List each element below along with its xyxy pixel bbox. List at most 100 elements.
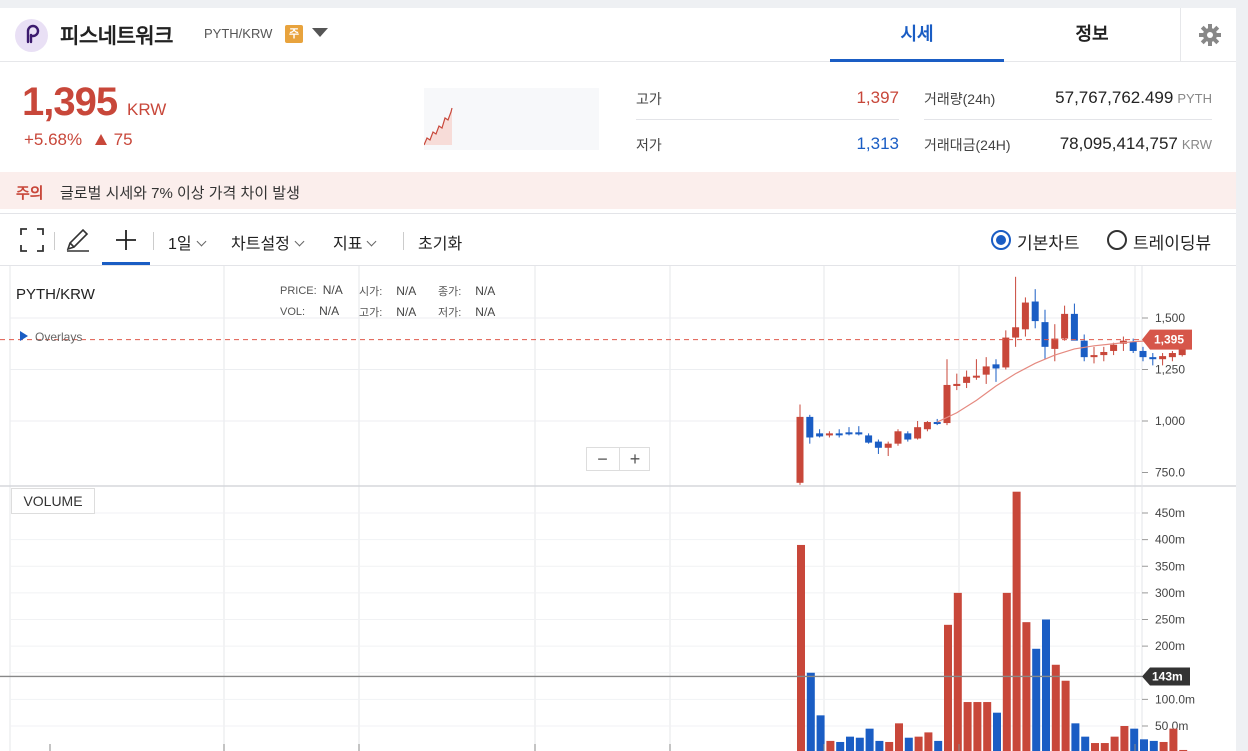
volume-tick-label: 100.0m [1155,692,1195,706]
ohlc-key: 종가: [438,286,462,298]
volume-tick-label: 450m [1155,506,1185,520]
candle-body [1012,327,1020,338]
chart-toolbar: 1일 차트설정 지표 초기화 기본차트 트레이딩뷰 [0,213,1236,265]
volume-unit: PYTH [1177,91,1212,106]
candle-body [835,433,843,436]
pair-label: PYTH/KRW [204,26,273,41]
candle-body [914,427,922,439]
candle-body [933,422,941,425]
price-chart[interactable]: 1,500 1,250 1,000 750.0 450m 400m 350m 300m 250m… [0,265,1236,751]
volume-bar [846,736,854,751]
candle-body [1061,313,1069,339]
overlays-label: Overlays [35,330,83,344]
candle-body [923,422,931,430]
tab-price[interactable]: 시세 [830,8,1004,62]
ohlc-high: 고가: N/A [359,304,416,320]
volume-bar [1100,743,1109,751]
amount-value: 78,095,414,757 KRW [1000,134,1212,154]
volume-bar [963,702,972,751]
ohlc-volume: VOL: N/A [280,304,339,318]
toolbar-divider [403,232,404,250]
divider [924,119,1212,120]
coin-select-caret-icon[interactable] [312,28,328,37]
price-tick-label: 1,250 [1155,363,1185,377]
price-tick-label: 750.0 [1155,466,1185,480]
chart-settings-dropdown[interactable]: 차트설정 [231,230,305,254]
volume-bar [1051,664,1060,751]
zoom-control: − + [586,447,650,471]
volume-bar [1110,736,1119,751]
caution-notice: 주의 글로벌 시세와 7% 이상 가격 차이 발생 [0,172,1236,209]
amount-number: 78,095,414,757 [1059,134,1178,153]
candle-body [1080,340,1088,358]
fullscreen-icon[interactable] [16,224,48,256]
ohlc-value: N/A [396,284,417,298]
ohlc-value: N/A [475,284,496,298]
low-label: 저가 [636,137,662,153]
candle-body [1149,357,1157,360]
volume-bar [875,740,884,751]
candle-body [992,364,1000,369]
volume-marker-tag-label: 143m [1152,669,1183,683]
tab-info[interactable]: 정보 [1005,8,1179,62]
candle-body [982,366,990,375]
volume-bar [934,740,943,751]
ohlc-key: PRICE: [280,285,317,297]
basic-chart-label[interactable]: 기본차트 [1017,229,1080,254]
ohlc-close: 종가: N/A [438,283,495,299]
pyth-logo-icon [15,19,48,52]
reset-button[interactable]: 초기화 [418,230,462,254]
amount-label: 거래대금(24H) [924,137,1011,153]
low-value: 1,313 [856,134,899,153]
candle-body [796,416,804,483]
ohlc-key: 저가: [438,307,462,319]
indicators-dropdown[interactable]: 지표 [333,230,377,254]
coin-header: 피스네트워크 PYTH/KRW 주 시세 정보 [0,8,1236,62]
volume-bar [1002,592,1011,751]
current-price: 1,395 [22,80,118,124]
volume-bar [1169,728,1178,751]
zoom-out-button[interactable]: − [587,448,618,470]
chevron-down-icon [294,236,305,247]
amount-unit: KRW [1181,137,1212,152]
volume-bar [1022,622,1031,751]
volume-tick-label: 300m [1155,586,1185,600]
candle-body [825,433,833,436]
ohlc-value: N/A [396,305,417,319]
current-price-tag-label: 1,395 [1154,333,1184,347]
candle-body [845,432,853,435]
candle-body [1168,353,1176,358]
interval-dropdown[interactable]: 1일 [168,230,207,254]
volume-tick-label: 200m [1155,639,1185,653]
toolbar-divider [153,232,154,250]
chevron-down-icon [367,236,377,247]
settings-gear-icon[interactable] [1180,8,1236,62]
chart-pair-title: PYTH/KRW [16,286,95,303]
high-label: 고가 [636,91,662,107]
volume-tick-label: 350m [1155,559,1185,573]
ohlc-key: VOL: [280,306,306,318]
price-tick-label: 1,000 [1155,414,1185,428]
candlestick-chart[interactable]: 1,500 1,250 1,000 750.0 450m 400m 350m 300m 250m… [0,266,1236,751]
pencil-icon[interactable] [62,224,94,256]
volume-label: 거래량(24h) [924,91,996,107]
volume-bar [1091,743,1099,751]
volume-tick-label: 400m [1155,533,1185,547]
candle-body [963,376,971,383]
volume-bar [855,737,864,751]
crosshair-icon[interactable] [110,224,142,256]
zoom-in-button[interactable]: + [619,448,650,470]
volume-pane-title: VOLUME [11,488,95,514]
candle-body [1159,356,1167,360]
volume-tick-label: 250m [1155,613,1185,627]
tradingview-radio[interactable] [1107,230,1127,250]
basic-chart-radio[interactable] [991,230,1011,250]
volume-bar [914,736,923,751]
candle-body [874,441,882,448]
price-unit: KRW [127,100,167,119]
candle-body [1002,337,1010,368]
candle-body [1110,344,1118,351]
overlays-toggle[interactable]: Overlays [20,330,82,344]
tradingview-label[interactable]: 트레이딩뷰 [1133,229,1211,254]
play-triangle-icon [20,331,28,341]
